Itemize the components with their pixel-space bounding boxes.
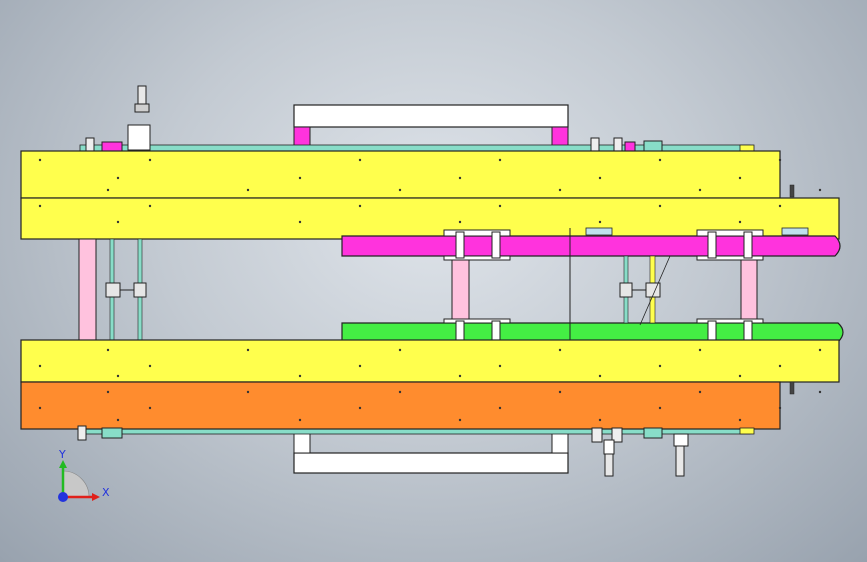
bolt-hole: [698, 390, 702, 394]
bolt-hole: [358, 364, 362, 368]
bolt-hole: [698, 188, 702, 192]
bolt-hole: [738, 374, 742, 378]
bolt-hole: [148, 406, 152, 410]
cad-viewport[interactable]: X Y: [0, 0, 867, 562]
bolt-hole: [148, 158, 152, 162]
top-left-sensor[interactable]: [85, 137, 95, 153]
center-clamp-block[interactable]: [619, 282, 633, 298]
bolt-hole: [398, 188, 402, 192]
bolt-hole: [598, 374, 602, 378]
bolt-hole: [558, 348, 562, 352]
top-bridge-plate[interactable]: [293, 104, 569, 128]
bolt-hole: [148, 364, 152, 368]
bolt-hole: [246, 188, 250, 192]
bottom-bridge-plate[interactable]: [293, 452, 569, 474]
belt-block-2[interactable]: [781, 227, 809, 236]
bolt-hole: [458, 176, 462, 180]
bolt-hole: [38, 158, 42, 162]
bolt-hole: [116, 418, 120, 422]
bolt-hole: [498, 406, 502, 410]
bolt-hole: [818, 188, 822, 192]
top-right-bracket[interactable]: [624, 141, 636, 152]
bolt-hole: [358, 158, 362, 162]
center-pink-post-right[interactable]: [740, 255, 758, 324]
bolt-hole: [658, 406, 662, 410]
right-edge-fitting-top[interactable]: [789, 184, 795, 198]
left-clamp-block[interactable]: [105, 282, 121, 298]
bolt-hole: [598, 418, 602, 422]
top-left-cylinder-nut[interactable]: [134, 103, 150, 113]
bolt-hole: [738, 176, 742, 180]
bolt-hole: [106, 390, 110, 394]
top-right-tab[interactable]: [739, 144, 755, 152]
bolt-hole: [38, 406, 42, 410]
axis-y-label: Y: [58, 448, 66, 461]
assembly-drawing[interactable]: X Y: [0, 0, 867, 562]
bolt-hole: [598, 220, 602, 224]
bolt-hole: [106, 188, 110, 192]
bolt-hole: [116, 374, 120, 378]
right-edge-fitting-bottom[interactable]: [789, 381, 795, 395]
bolt-hole: [698, 348, 702, 352]
top-right-sensor-2[interactable]: [613, 137, 623, 153]
bolt-hole: [658, 204, 662, 208]
bolt-hole: [148, 204, 152, 208]
bottom-right-block[interactable]: [643, 427, 663, 439]
bolt-hole: [498, 158, 502, 162]
bolt-hole: [558, 188, 562, 192]
top-left-cylinder-body[interactable]: [127, 124, 151, 151]
bolt-hole: [458, 374, 462, 378]
bolt-hole: [298, 220, 302, 224]
bottom-left-block[interactable]: [101, 427, 123, 439]
bolt-hole: [458, 418, 462, 422]
bottom-cylinder-1[interactable]: [591, 427, 623, 477]
bolt-hole: [778, 364, 782, 368]
left-clamp-block-2[interactable]: [133, 282, 147, 298]
top-right-block[interactable]: [643, 140, 663, 152]
top-right-sensor-1[interactable]: [590, 137, 600, 153]
bolt-hole: [38, 204, 42, 208]
bolt-hole: [38, 364, 42, 368]
magenta-conveyor-belt[interactable]: [341, 235, 841, 257]
bottom-orange-beam[interactable]: [20, 381, 781, 430]
axis-x-label: X: [102, 486, 110, 499]
coordinate-triad-icon: X Y: [58, 448, 110, 502]
bolt-hole: [298, 374, 302, 378]
top-left-bracket[interactable]: [101, 141, 123, 152]
bolt-hole: [358, 406, 362, 410]
bolt-hole: [298, 418, 302, 422]
bolt-hole: [558, 390, 562, 394]
bolt-hole: [818, 348, 822, 352]
bottom-left-sensor[interactable]: [77, 425, 87, 441]
bolt-hole: [658, 364, 662, 368]
bolt-hole: [398, 390, 402, 394]
bolt-hole: [358, 204, 362, 208]
bolt-hole: [778, 158, 782, 162]
left-pink-post[interactable]: [78, 238, 97, 341]
belt-block-1[interactable]: [585, 227, 613, 236]
bolt-hole: [598, 176, 602, 180]
bolt-hole: [498, 204, 502, 208]
bottom-right-tab[interactable]: [739, 427, 755, 435]
bolt-hole: [246, 390, 250, 394]
bolt-hole: [458, 220, 462, 224]
bolt-hole: [738, 418, 742, 422]
bottom-cylinder-2[interactable]: [673, 433, 689, 477]
bolt-hole: [658, 158, 662, 162]
green-conveyor-belt[interactable]: [341, 322, 844, 343]
bolt-hole: [498, 364, 502, 368]
bolt-hole: [298, 176, 302, 180]
bolt-hole: [116, 220, 120, 224]
bolt-hole: [818, 390, 822, 394]
bolt-hole: [116, 176, 120, 180]
bolt-hole: [778, 204, 782, 208]
bolt-hole: [246, 348, 250, 352]
bolt-hole: [398, 348, 402, 352]
bolt-hole: [738, 220, 742, 224]
center-pink-post-left[interactable]: [451, 255, 470, 324]
bolt-hole: [106, 348, 110, 352]
bottom-yellow-plate[interactable]: [20, 339, 840, 383]
bolt-hole: [778, 406, 782, 410]
